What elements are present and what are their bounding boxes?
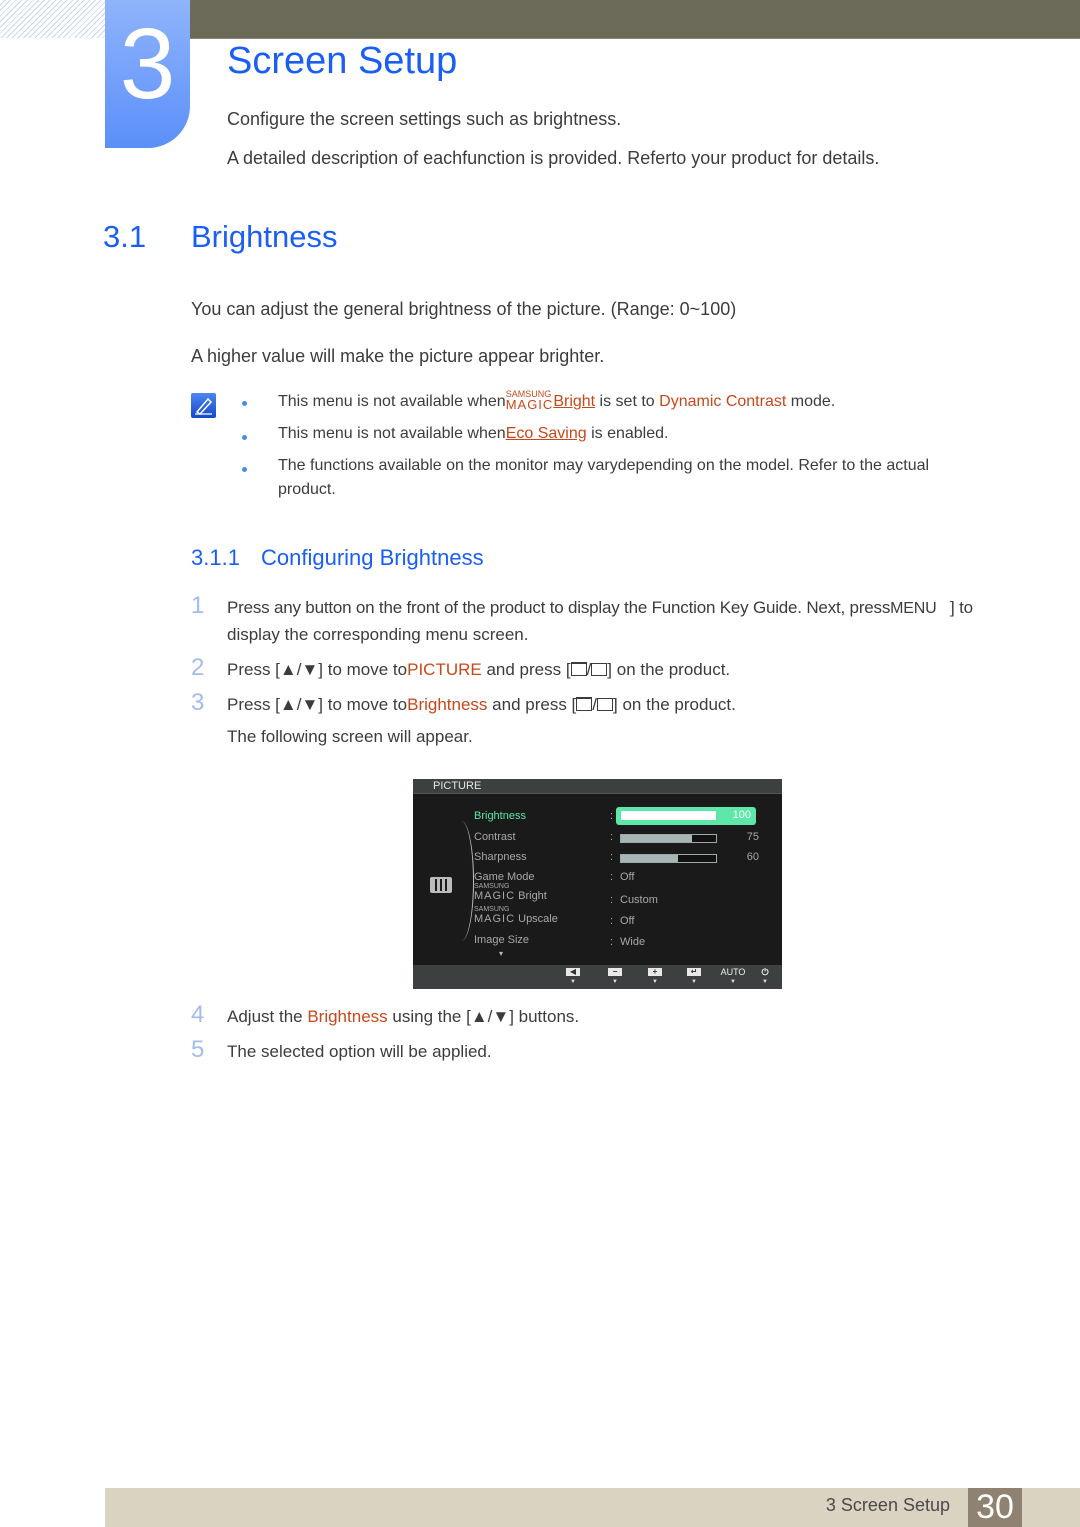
minus-icon: − ▼ [608, 968, 622, 985]
step-number: 4 [191, 1001, 205, 1028]
note-item-1: This menu is not available when SAMSUNG MA… [278, 389, 836, 412]
samsung-magic-logo: SAMSUNG MAGIC [474, 906, 516, 925]
step-number: 1 [191, 592, 205, 619]
section-number: 3.1 [103, 219, 147, 254]
up-down-arrows-icon: ▲/▼ [470, 1007, 510, 1026]
note-pencil-icon [191, 393, 216, 418]
bullet-icon [242, 467, 247, 472]
brightness-highlight: Brightness [407, 695, 488, 714]
sharpness-bar [620, 854, 717, 863]
osd-function-keys: ◀ ▼ − ▼ + ▼ ↵ ▼ AUTO ▼ ⏻ ▼ [413, 965, 782, 989]
step-number: 5 [191, 1036, 205, 1063]
samsung-magic-logo: SAMSUNG MAGIC [505, 389, 554, 412]
step-4: Adjust the Brightness using the [▲/▼] bu… [227, 1007, 580, 1026]
chapter-intro-2: A detailed description of eachfunction i… [227, 148, 880, 168]
step-3-sub: The following screen will appear. [227, 727, 473, 746]
osd-row-contrast: Contrast : 75 [474, 831, 759, 843]
up-down-arrows-icon: ▲/▼ [279, 695, 319, 714]
page-footer: 3 Screen Setup 30 [105, 1488, 1080, 1527]
step-number: 3 [191, 689, 205, 716]
auto-label: AUTO ▼ [720, 967, 746, 986]
left-arrow-icon: ◀ ▼ [566, 968, 580, 985]
osd-header-title: PICTURE [433, 780, 482, 792]
page-number: 30 [968, 1488, 1022, 1527]
footer-chapter-label: 3 Screen Setup [825, 1495, 950, 1515]
picture-menu-icon [430, 877, 452, 893]
scroll-down-icon: ▾ [499, 949, 504, 958]
note-text: This menu is not available when [278, 393, 506, 410]
dynamic-contrast-highlight: Dynamic Contrast [659, 393, 787, 410]
enter-icon [591, 663, 608, 676]
osd-menu-screenshot: PICTURE 100 Brightness : Contrast : 75 S… [413, 779, 782, 989]
osd-bracket [453, 821, 474, 941]
power-icon: ⏻ ▼ [761, 967, 769, 986]
step-2: Press [▲/▼] to move toPICTURE and press … [227, 660, 731, 679]
bullet-icon [242, 435, 247, 440]
bullet-icon [242, 401, 247, 406]
up-down-arrows-icon: ▲/▼ [279, 660, 319, 679]
section-title: Brightness [191, 219, 338, 254]
enter-icon [597, 698, 613, 711]
section-paragraph-1: You can adjust the general brightness of… [191, 299, 737, 319]
chapter-number: 3 [119, 8, 176, 120]
menu-key: MENU [890, 600, 937, 617]
step-1-line-2: display the corresponding menu screen. [227, 625, 529, 644]
header-hatch-pattern [0, 0, 106, 38]
osd-row-magic-bright: SAMSUNG MAGIC Bright : Custom [474, 883, 658, 906]
osd-row-sharpness: Sharpness : 60 [474, 851, 759, 863]
eco-saving-link[interactable]: Eco Saving [506, 425, 587, 442]
note-item-3-line-1: The functions available on the monitor m… [278, 457, 930, 474]
osd-row-image-size: Image Size : Wide [474, 934, 646, 948]
plus-icon: + ▼ [648, 968, 662, 985]
osd-row-brightness: Brightness : [474, 810, 614, 822]
step-1-line-1: Press any button on the front of the pro… [227, 598, 973, 617]
step-number: 2 [191, 654, 205, 681]
chapter-title: Screen Setup [227, 40, 458, 82]
subsection-number: 3.1.1 [191, 545, 240, 570]
subsection-title: Configuring Brightness [261, 545, 484, 570]
source-icon [570, 662, 587, 676]
section-paragraph-2: A higher value will make the picture app… [191, 346, 605, 366]
chapter-number-tab: 3 [105, 0, 190, 148]
step-3: Press [▲/▼] to move toBrightness and pre… [227, 695, 736, 714]
note-item-2: This menu is not available whenEco Savin… [278, 425, 669, 442]
note-item-3-line-2: product. [278, 481, 336, 498]
osd-row-magic-upscale: SAMSUNG MAGIC Upscale : Off [474, 906, 635, 927]
magic-bright-link[interactable]: Bright [553, 393, 595, 410]
osd-row-game-mode: Game Mode : Off [474, 871, 635, 883]
chapter-intro-1: Configure the screen settings such as br… [227, 109, 622, 129]
enter-icon: ↵ ▼ [687, 968, 701, 985]
contrast-bar [620, 834, 717, 843]
header-bar [190, 0, 1080, 39]
source-icon [576, 697, 593, 711]
picture-highlight: PICTURE [407, 660, 482, 679]
brightness-highlight: Brightness [307, 1007, 388, 1026]
step-5: The selected option will be applied. [227, 1042, 492, 1061]
osd-header: PICTURE [413, 779, 782, 794]
samsung-magic-logo: SAMSUNG MAGIC [474, 883, 516, 902]
